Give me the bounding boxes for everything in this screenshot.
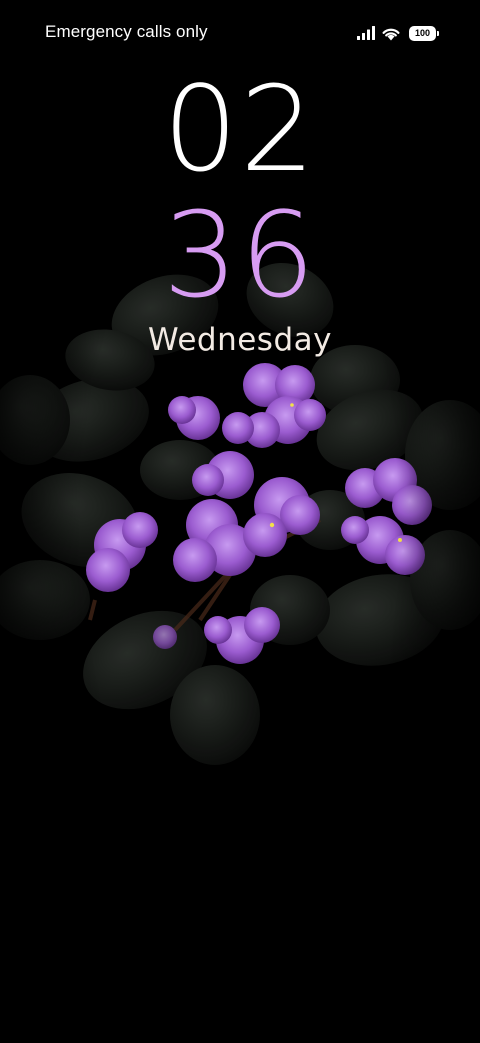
- wifi-icon: [382, 28, 400, 40]
- signal-icon: [357, 26, 375, 40]
- status-icons: 100: [357, 23, 439, 43]
- battery-icon: 100: [409, 25, 439, 41]
- weekday-label: Wednesday: [148, 322, 332, 358]
- battery-level: 100: [414, 27, 431, 38]
- status-bar[interactable]: Emergency calls only 100: [0, 0, 480, 66]
- battery-tip: [437, 30, 439, 36]
- clock-hours: 02: [162, 60, 318, 198]
- clock-minutes: 36: [162, 186, 318, 324]
- carrier-status-text: Emergency calls only: [45, 22, 208, 41]
- lock-screen[interactable]: Emergency calls only 100 02 36 Wednesday: [0, 0, 480, 1043]
